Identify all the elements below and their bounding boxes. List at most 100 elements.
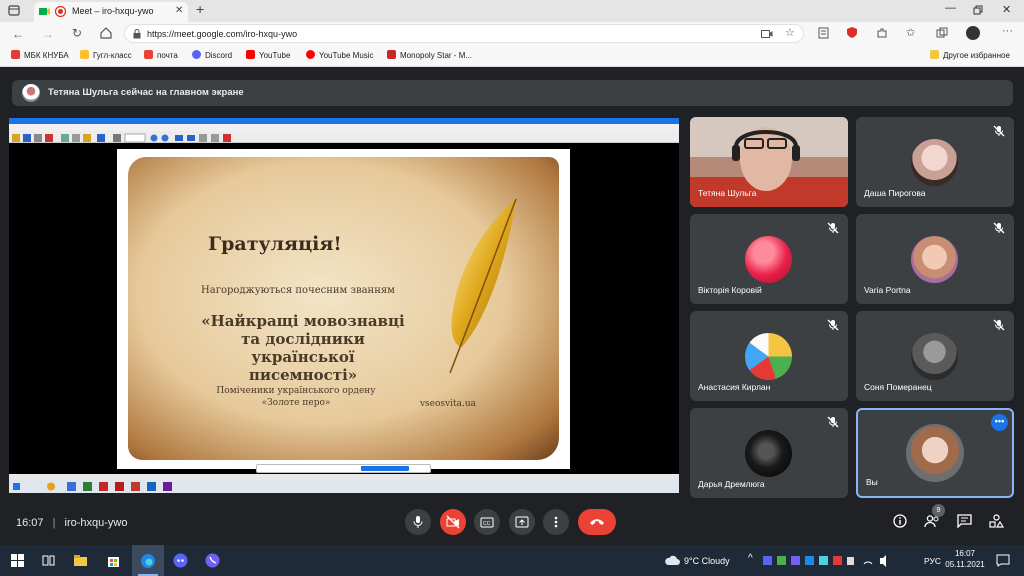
camera-in-use-icon[interactable] bbox=[761, 29, 773, 39]
participant-tile[interactable]: Дарья Дремлюга bbox=[690, 408, 848, 498]
participant-tile[interactable]: Соня Померанец bbox=[856, 311, 1014, 401]
bookmark-2[interactable]: почта bbox=[144, 50, 178, 60]
mic-icon bbox=[413, 516, 423, 528]
browser-toolbar: ← → ↻ https://meet.google.com/iro-hxqu-y… bbox=[0, 22, 1024, 45]
slide: Гратуляція! Нагороджуються почесним зван… bbox=[117, 149, 570, 469]
browser-tab-bar: Meet – iro-hxqu-ywo ✕ + — ✕ bbox=[0, 0, 1024, 22]
task-view-icon[interactable] bbox=[41, 553, 56, 568]
home-icon[interactable] bbox=[100, 27, 112, 39]
participant-name: Тетяна Шульга bbox=[698, 188, 757, 198]
extensions-icon[interactable] bbox=[876, 27, 887, 38]
participant-name: Вікторія Коровій bbox=[698, 285, 762, 295]
presenter-banner-text: Тетяна Шульга сейчас на главном экране bbox=[48, 87, 244, 98]
self-avatar bbox=[906, 424, 964, 482]
restore-icon[interactable] bbox=[973, 5, 983, 15]
parchment-scroll: Гратуляція! Нагороджуються почесним зван… bbox=[128, 157, 559, 460]
url-text[interactable]: https://meet.google.com/iro-hxqu-ywo bbox=[147, 29, 297, 39]
golden-feather-icon bbox=[449, 198, 517, 374]
mic-button[interactable] bbox=[405, 509, 431, 535]
monopoly-icon bbox=[387, 50, 396, 59]
store-icon[interactable] bbox=[106, 553, 121, 568]
more-menu-icon[interactable]: ··· bbox=[1002, 25, 1013, 37]
shared-window-toolbar bbox=[9, 131, 679, 143]
mic-off-icon bbox=[993, 125, 1005, 137]
windows-taskbar: 9°C Cloudy ^ РУС 16:07 05.11.2021 bbox=[0, 545, 1024, 576]
tray-expand-icon[interactable]: ^ bbox=[748, 553, 753, 564]
participant-name: Дарья Дремлюга bbox=[698, 479, 765, 489]
edge-icon bbox=[141, 554, 155, 568]
viber-icon[interactable] bbox=[205, 553, 220, 568]
new-tab-icon[interactable]: + bbox=[196, 1, 204, 17]
chat-icon[interactable] bbox=[957, 514, 972, 528]
bookmark-5[interactable]: YouTube Music bbox=[306, 50, 374, 60]
more-button[interactable] bbox=[543, 509, 569, 535]
bookmark-0[interactable]: МБК КНУБА bbox=[11, 50, 69, 60]
favorites-icon[interactable]: ✩ bbox=[906, 26, 915, 39]
cloudy-weather-icon[interactable] bbox=[664, 554, 680, 566]
reading-list-icon[interactable] bbox=[818, 27, 829, 39]
profile-avatar[interactable] bbox=[966, 26, 980, 40]
extension-shield-icon[interactable] bbox=[846, 26, 858, 39]
other-bookmarks[interactable]: Другое избранное bbox=[930, 50, 1010, 60]
tab-actions-icon[interactable] bbox=[8, 5, 20, 16]
viewer-tool-icons bbox=[12, 133, 231, 143]
recording-icon bbox=[55, 6, 66, 17]
forward-icon[interactable]: → bbox=[42, 27, 54, 41]
stop-sharing-button bbox=[361, 466, 409, 471]
favorite-star-icon[interactable]: ☆ bbox=[785, 26, 795, 39]
input-language[interactable]: РУС bbox=[924, 556, 941, 566]
participant-tile[interactable]: Тетяна Шульга bbox=[690, 117, 848, 207]
bookmark-icon bbox=[80, 50, 89, 59]
reload-icon[interactable]: ↻ bbox=[72, 26, 82, 40]
close-tab-icon[interactable]: ✕ bbox=[175, 5, 183, 16]
folder-icon bbox=[930, 50, 939, 59]
captions-button[interactable]: CC bbox=[474, 509, 500, 535]
more-options-button[interactable]: ••• bbox=[991, 414, 1008, 431]
self-tile[interactable]: ••• Вы bbox=[856, 408, 1014, 498]
participant-name: Анастасия Кирлан bbox=[698, 382, 771, 392]
slide-award: «Найкращі мовознавці та дослідники украї… bbox=[201, 312, 405, 384]
slide-note: Поміченики українського ордену «Золоте п… bbox=[216, 386, 376, 408]
shared-taskbar bbox=[9, 480, 679, 493]
meeting-info: 16:07 | iro-hxqu-ywo bbox=[16, 517, 127, 529]
info-icon[interactable] bbox=[893, 514, 907, 528]
discord-icon bbox=[192, 50, 201, 59]
notifications-icon[interactable] bbox=[996, 554, 1010, 567]
address-bar[interactable]: https://meet.google.com/iro-hxqu-ywo ☆ bbox=[124, 24, 804, 43]
bookmark-icon bbox=[11, 50, 20, 59]
lock-icon[interactable] bbox=[133, 29, 141, 39]
bookmark-3[interactable]: Discord bbox=[192, 50, 232, 60]
browser-tab[interactable]: Meet – iro-hxqu-ywo ✕ bbox=[34, 2, 188, 22]
file-explorer-icon[interactable] bbox=[73, 553, 88, 568]
gmail-icon bbox=[144, 50, 153, 59]
bookmark-6[interactable]: Monopoly Star - M... bbox=[387, 50, 472, 60]
meeting-time: 16:07 bbox=[16, 517, 44, 529]
bookmark-1[interactable]: Гугл-класс bbox=[80, 50, 132, 60]
participant-avatar bbox=[911, 139, 958, 186]
participant-tile[interactable]: Varia Portna bbox=[856, 214, 1014, 304]
leave-call-button[interactable] bbox=[578, 509, 616, 535]
edge-taskbar-button[interactable] bbox=[132, 545, 164, 576]
presenter-avatar bbox=[22, 84, 40, 102]
participant-tile[interactable]: Вікторія Коровій bbox=[690, 214, 848, 304]
tray-icons[interactable] bbox=[762, 554, 892, 567]
discord-taskbar-icon[interactable] bbox=[173, 553, 188, 568]
bookmarks-bar: МБК КНУБА Гугл-класс почта Discord YouTu… bbox=[0, 45, 1024, 67]
windows-start-icon[interactable] bbox=[10, 553, 25, 568]
youtube-icon bbox=[246, 50, 255, 59]
weather-text[interactable]: 9°C Cloudy bbox=[684, 556, 730, 566]
present-button[interactable] bbox=[509, 509, 535, 535]
system-clock[interactable]: 16:07 05.11.2021 bbox=[944, 549, 986, 569]
participant-tile[interactable]: Даша Пирогова bbox=[856, 117, 1014, 207]
close-window-icon[interactable]: ✕ bbox=[1002, 3, 1011, 16]
participant-tile[interactable]: Анастасия Кирлан bbox=[690, 311, 848, 401]
back-icon[interactable]: ← bbox=[12, 27, 24, 41]
participant-avatar bbox=[745, 430, 792, 477]
mic-off-icon bbox=[993, 319, 1005, 331]
activities-icon[interactable] bbox=[989, 514, 1004, 528]
mic-off-icon bbox=[993, 222, 1005, 234]
collections-icon[interactable] bbox=[936, 27, 948, 38]
minimize-icon[interactable]: — bbox=[945, 2, 956, 14]
bookmark-4[interactable]: YouTube bbox=[246, 50, 290, 60]
camera-button[interactable] bbox=[440, 509, 466, 535]
